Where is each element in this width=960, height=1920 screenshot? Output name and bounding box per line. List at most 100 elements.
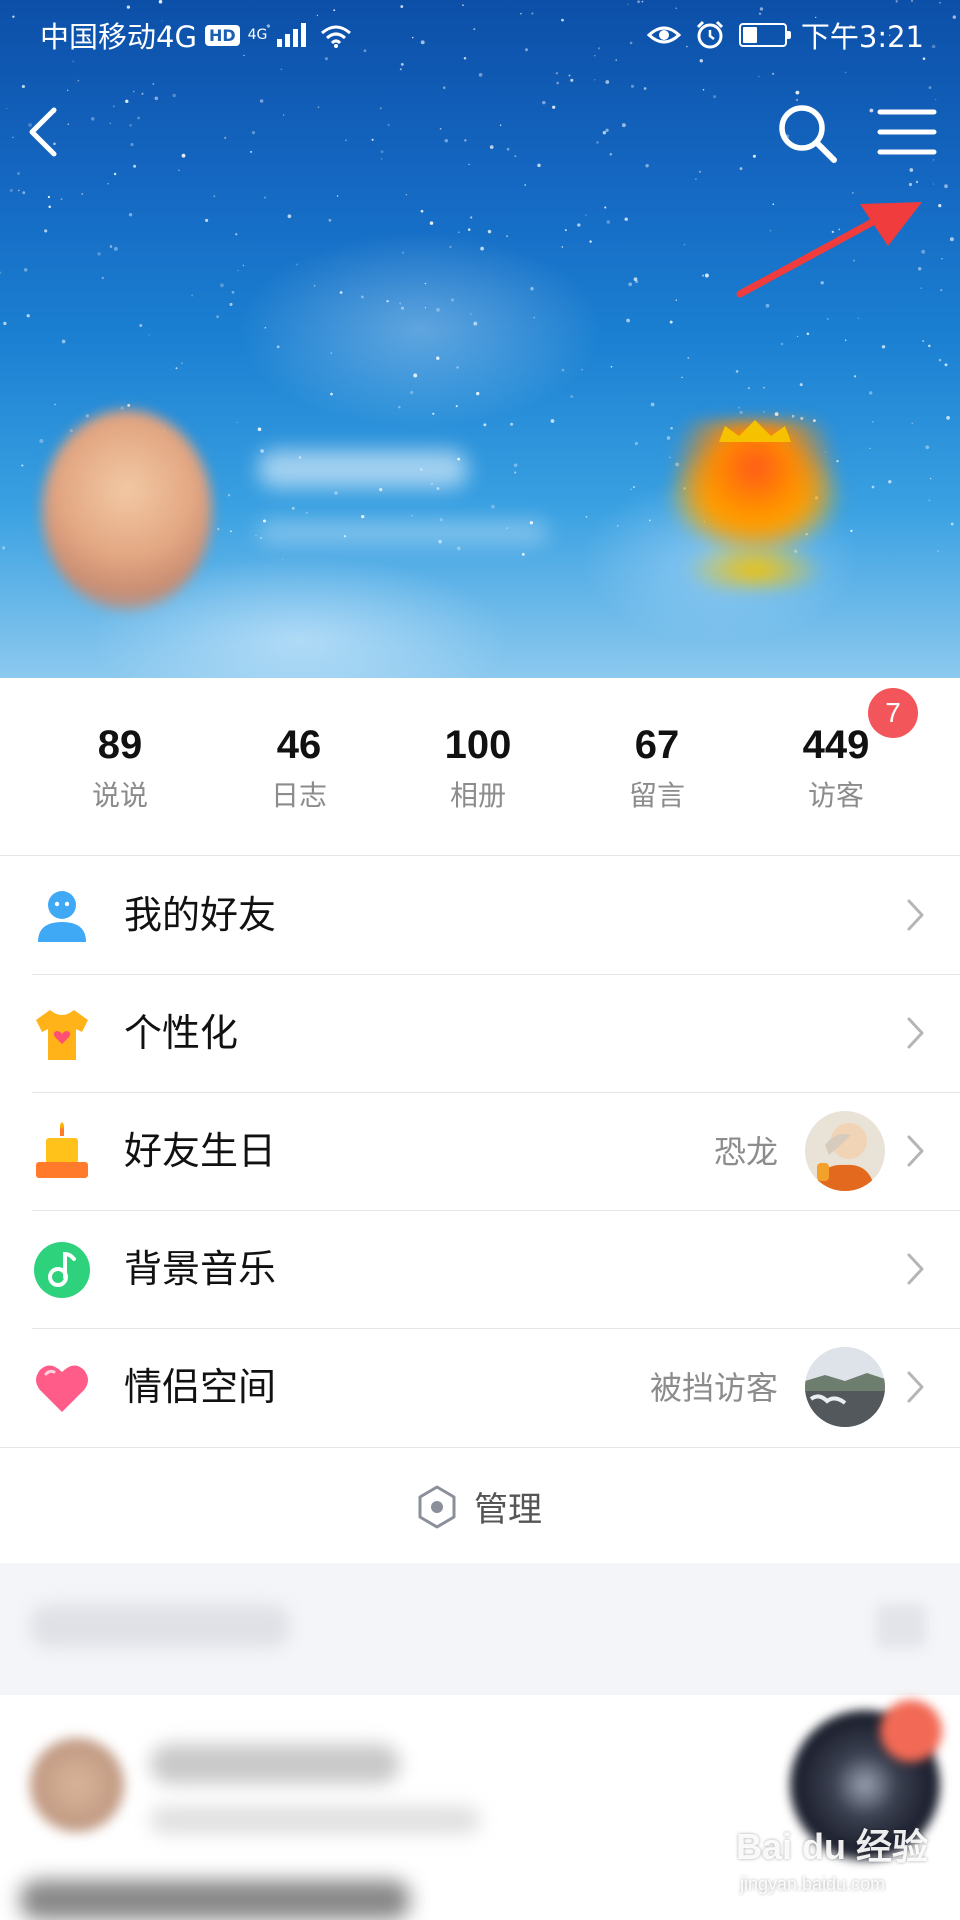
star [624, 217, 628, 221]
star [371, 138, 374, 141]
star [205, 218, 209, 222]
star [251, 130, 256, 135]
star [763, 411, 765, 413]
star [231, 290, 235, 294]
star [39, 439, 44, 443]
star [630, 84, 635, 88]
star [6, 107, 8, 110]
feed-post-meta-blurred [150, 1806, 480, 1834]
feed-filter-icon[interactable] [876, 1604, 926, 1648]
star [295, 263, 298, 266]
star [669, 320, 673, 324]
star [229, 530, 232, 533]
star [530, 287, 534, 291]
star [237, 269, 239, 272]
star [695, 178, 697, 180]
profile-name-blurred [258, 450, 468, 488]
star [915, 180, 919, 184]
star [133, 90, 135, 93]
menu-item-label: 背景音乐 [124, 1247, 277, 1291]
star [456, 366, 459, 369]
profile-cover[interactable]: 中国移动4G HD 4G 下午3:21 [0, 0, 960, 678]
star [490, 504, 495, 509]
hd-badge: HD [204, 24, 240, 46]
star [411, 514, 414, 517]
vip-badge[interactable] [665, 420, 845, 590]
stat-shuoshuo[interactable]: 89 说说 [30, 722, 210, 814]
manage-button[interactable]: 管理 [0, 1447, 960, 1563]
stat-label: 日志 [270, 779, 327, 812]
star [464, 139, 467, 142]
feed-post-author-blurred [150, 1744, 400, 1784]
star [328, 218, 332, 222]
star [455, 405, 458, 408]
star [18, 189, 20, 192]
star [521, 552, 525, 556]
star [844, 71, 847, 74]
star [317, 106, 320, 108]
star [628, 282, 633, 287]
star [61, 339, 66, 344]
search-icon[interactable] [772, 98, 844, 170]
star [361, 514, 365, 519]
star [22, 191, 26, 195]
menu-icon[interactable] [872, 100, 942, 164]
menu-item-couple-space[interactable]: 情侣空间 被挡访客 [0, 1328, 960, 1446]
star [450, 298, 455, 302]
star [533, 316, 535, 319]
stat-album[interactable]: 100 相册 [388, 722, 568, 814]
star [405, 193, 408, 196]
star [480, 246, 484, 251]
carrier-label: 中国移动4G [40, 20, 197, 54]
star [130, 143, 134, 147]
star [928, 499, 931, 502]
menu-item-background-music[interactable]: 背景音乐 [0, 1210, 960, 1328]
menu-item-personalize[interactable]: 个性化 [0, 974, 960, 1092]
star [796, 335, 799, 338]
blocked-visitors-label: 被挡访客 [649, 1369, 778, 1407]
star [458, 231, 460, 233]
star [109, 122, 112, 125]
star [596, 141, 599, 144]
star [555, 72, 559, 75]
star [577, 223, 581, 227]
star [645, 163, 649, 168]
star [178, 169, 180, 171]
star [552, 105, 556, 109]
stat-count: 100 [444, 723, 512, 767]
star [581, 368, 583, 371]
stat-blog[interactable]: 46 日志 [209, 722, 389, 814]
eye-icon [646, 26, 681, 44]
star [259, 99, 264, 103]
star [54, 403, 56, 406]
star [280, 68, 283, 70]
menu-item-birthdays[interactable]: 好友生日 恐龙 [0, 1092, 960, 1210]
star [737, 406, 740, 409]
star [589, 240, 592, 243]
star [928, 344, 931, 348]
star [336, 195, 339, 197]
star [306, 512, 308, 514]
star [944, 184, 948, 189]
star [44, 229, 48, 233]
back-icon[interactable] [18, 100, 78, 164]
profile-avatar[interactable] [42, 410, 212, 610]
star [944, 363, 948, 367]
star [806, 332, 810, 336]
cake-icon [36, 1122, 88, 1178]
star [499, 124, 502, 126]
star [556, 81, 559, 85]
star [470, 313, 472, 315]
star [602, 131, 607, 135]
menu-item-friends[interactable]: 我的好友 [0, 856, 960, 974]
feed-post-avatar[interactable] [30, 1738, 124, 1832]
star [429, 221, 434, 225]
star [127, 403, 131, 407]
network-type-label: 4G [247, 27, 268, 43]
star [339, 291, 343, 294]
stat-messages[interactable]: 67 留言 [567, 722, 747, 814]
star [609, 153, 613, 156]
star [387, 123, 390, 127]
stat-label: 相册 [449, 779, 506, 812]
star [444, 139, 448, 143]
